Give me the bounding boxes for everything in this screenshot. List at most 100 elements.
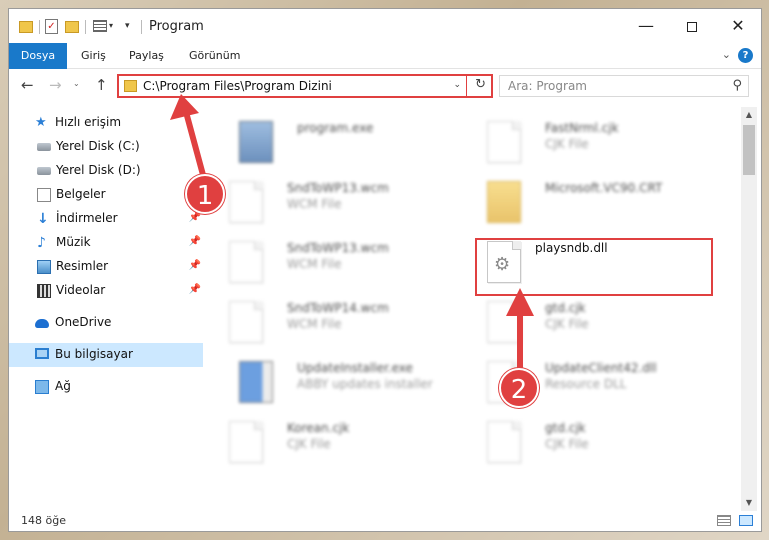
file-item[interactable]: gtd.cjk CJK File bbox=[467, 417, 707, 473]
up-button[interactable]: ↑ bbox=[95, 76, 108, 94]
tab-view[interactable]: Görünüm bbox=[177, 43, 252, 69]
file-icon bbox=[229, 421, 263, 463]
sidebar-item-label: OneDrive bbox=[55, 315, 112, 329]
sidebar-item-downloads[interactable]: ↓ İndirmeler 📌 bbox=[9, 207, 203, 231]
network-icon bbox=[35, 380, 49, 394]
file-icon bbox=[229, 301, 263, 343]
close-button[interactable]: ✕ bbox=[715, 9, 761, 43]
address-divider bbox=[466, 76, 467, 96]
address-bar[interactable]: C:\Program Files\Program Dizini ⌄ ↻ bbox=[117, 74, 493, 98]
pin-icon[interactable]: 📌 bbox=[189, 212, 201, 223]
file-item[interactable]: UpdateInstaller.exe ABBY updates install… bbox=[219, 357, 459, 413]
search-icon[interactable]: ⚲ bbox=[732, 78, 742, 93]
document-icon bbox=[37, 188, 51, 202]
tab-share[interactable]: Paylaş bbox=[117, 43, 176, 69]
file-item-playsndb-dll[interactable]: ⚙ playsndb.dll bbox=[459, 237, 699, 293]
search-input[interactable] bbox=[500, 76, 720, 96]
dll-file-icon: ⚙ bbox=[487, 241, 521, 283]
file-icon bbox=[229, 241, 263, 283]
sidebar-item-label: Resimler bbox=[56, 259, 109, 273]
pin-icon[interactable]: 📌 bbox=[189, 260, 201, 271]
sidebar-item-documents[interactable]: Belgeler 📌 bbox=[9, 183, 203, 207]
scroll-thumb[interactable] bbox=[743, 125, 755, 175]
sidebar-item-disk-d[interactable]: Yerel Disk (D:) bbox=[9, 159, 203, 183]
vertical-scrollbar[interactable]: ▲ ▼ bbox=[741, 107, 757, 511]
sidebar-item-label: İndirmeler bbox=[56, 211, 118, 225]
music-icon: ♪ bbox=[37, 235, 46, 251]
maximize-button[interactable] bbox=[669, 9, 715, 43]
sidebar-item-pictures[interactable]: Resimler 📌 bbox=[9, 255, 203, 279]
properties-check-icon[interactable]: ✓ bbox=[45, 19, 58, 34]
sidebar-item-label: Yerel Disk (C:) bbox=[56, 139, 140, 153]
file-type: CJK File bbox=[545, 437, 589, 451]
forward-button[interactable]: → bbox=[49, 76, 62, 94]
large-icons-view-icon[interactable] bbox=[739, 515, 753, 526]
sidebar-item-this-pc[interactable]: Bu bilgisayar bbox=[9, 343, 203, 367]
file-name: Korean.cjk bbox=[287, 421, 350, 435]
file-item[interactable]: FastNrml.cjk CJK File bbox=[467, 117, 707, 173]
status-bar: 148 öğe bbox=[9, 511, 761, 531]
folder-icon bbox=[19, 21, 33, 33]
recent-locations-icon[interactable]: ⌄ bbox=[73, 79, 80, 88]
sidebar-item-label: Videolar bbox=[56, 283, 106, 297]
sidebar-item-quick-access[interactable]: ★ Hızlı erişim bbox=[9, 111, 203, 135]
file-name: Microsoft.VC90.CRT bbox=[545, 181, 663, 195]
back-button[interactable]: ← bbox=[21, 76, 34, 94]
file-name: gtd.cjk bbox=[545, 421, 586, 435]
file-name: gtd.cjk bbox=[545, 301, 586, 315]
refresh-icon[interactable]: ↻ bbox=[475, 77, 486, 92]
file-item[interactable]: SndToWP13.wcm WCM File bbox=[209, 177, 449, 233]
video-icon bbox=[37, 284, 51, 298]
file-type: CJK File bbox=[545, 317, 589, 331]
chevron-down-icon[interactable]: ▾ bbox=[109, 21, 113, 37]
file-icon bbox=[229, 181, 263, 223]
pin-icon[interactable]: 📌 bbox=[189, 236, 201, 247]
sidebar-item-label: Müzik bbox=[56, 235, 91, 249]
new-folder-icon[interactable] bbox=[65, 21, 79, 33]
file-name: SndToWP13.wcm bbox=[287, 241, 389, 255]
file-item[interactable]: gtd.cjk CJK File bbox=[467, 297, 707, 353]
sidebar-item-disk-c[interactable]: Yerel Disk (C:) bbox=[9, 135, 203, 159]
maximize-icon bbox=[687, 21, 697, 32]
file-type: WCM File bbox=[287, 317, 342, 331]
scroll-down-icon[interactable]: ▼ bbox=[741, 495, 757, 511]
customize-toolbar-icon[interactable]: ▾ bbox=[125, 21, 130, 37]
minimize-button[interactable]: — bbox=[623, 9, 669, 43]
address-path[interactable]: C:\Program Files\Program Dizini bbox=[143, 79, 332, 93]
file-icon bbox=[487, 301, 521, 343]
chevron-down-icon[interactable]: ⌄ bbox=[453, 80, 461, 90]
star-icon: ★ bbox=[35, 115, 47, 130]
sidebar-item-label: Ağ bbox=[55, 379, 71, 393]
file-icon bbox=[487, 121, 521, 163]
quick-access-divider bbox=[39, 20, 40, 34]
sidebar-item-onedrive[interactable]: OneDrive bbox=[9, 311, 203, 335]
tab-home[interactable]: Giriş bbox=[69, 43, 118, 69]
search-box[interactable]: ⚲ bbox=[499, 75, 749, 97]
file-name: program.exe bbox=[297, 121, 374, 135]
file-name: playsndb.dll bbox=[535, 241, 608, 255]
sidebar-item-music[interactable]: ♪ Müzik 📌 bbox=[9, 231, 203, 255]
file-item[interactable]: SndToWP13.wcm WCM File bbox=[209, 237, 449, 293]
file-type: CJK File bbox=[287, 437, 331, 451]
sidebar-item-label: Yerel Disk (D:) bbox=[56, 163, 141, 177]
scroll-up-icon[interactable]: ▲ bbox=[741, 107, 757, 123]
file-item[interactable]: Microsoft.VC90.CRT bbox=[467, 177, 707, 233]
quick-access-divider bbox=[141, 20, 142, 34]
properties-icon[interactable] bbox=[93, 20, 107, 32]
item-count: 148 öğe bbox=[21, 514, 66, 527]
file-icon bbox=[487, 421, 521, 463]
file-item[interactable]: program.exe bbox=[219, 117, 459, 173]
sidebar-item-videos[interactable]: Videolar 📌 bbox=[9, 279, 203, 303]
drive-icon bbox=[37, 167, 51, 175]
download-icon: ↓ bbox=[37, 211, 49, 227]
sidebar-item-network[interactable]: Ağ bbox=[9, 375, 203, 399]
file-list: program.exe FastNrml.cjk CJK File SndToW… bbox=[209, 107, 741, 507]
details-view-icon[interactable] bbox=[717, 515, 731, 526]
pictures-icon bbox=[37, 260, 51, 274]
pin-icon[interactable]: 📌 bbox=[189, 284, 201, 295]
expand-ribbon-icon[interactable]: ⌄ bbox=[722, 48, 731, 61]
file-type: WCM File bbox=[287, 257, 342, 271]
file-item[interactable]: Korean.cjk CJK File bbox=[209, 417, 449, 473]
file-item[interactable]: SndToWP14.wcm WCM File bbox=[209, 297, 449, 353]
help-icon[interactable]: ? bbox=[738, 48, 753, 63]
